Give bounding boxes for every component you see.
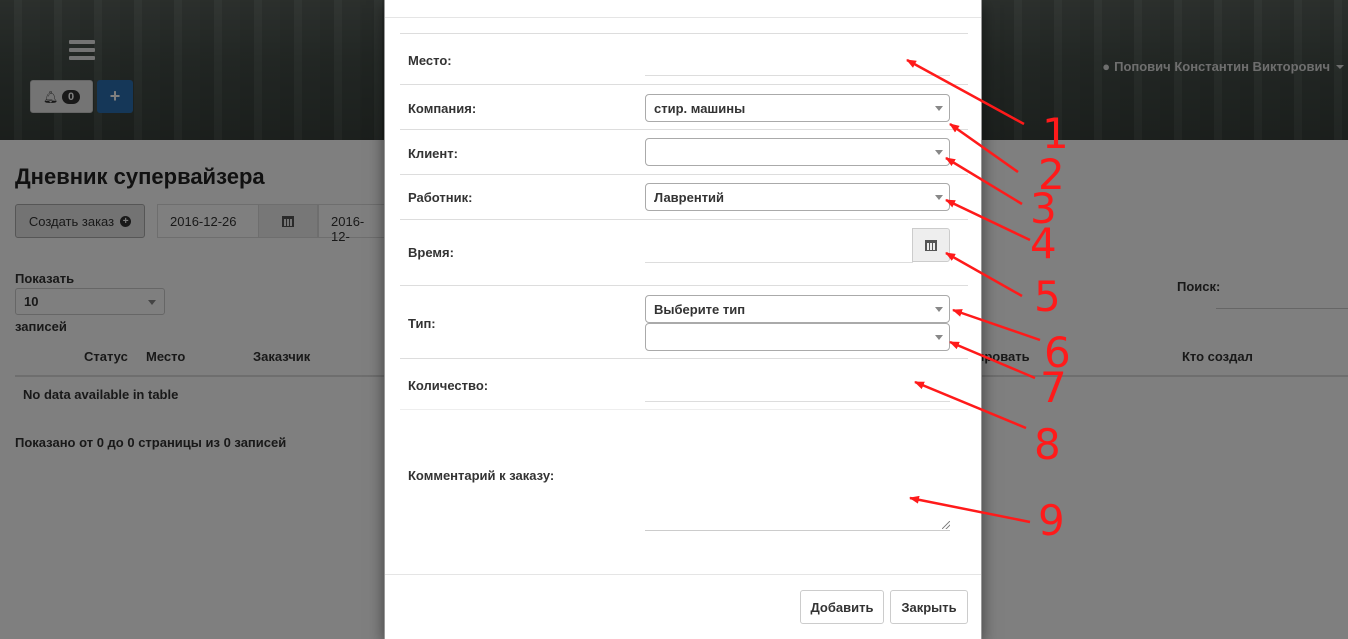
add-button[interactable]: Добавить (800, 590, 884, 624)
chevron-down-icon (935, 307, 943, 312)
worker-label: Работник: (408, 190, 473, 205)
time-input[interactable] (645, 262, 913, 263)
chevron-down-icon (935, 195, 943, 200)
type-select[interactable]: Выберите тип (645, 295, 950, 323)
subtype-select[interactable] (645, 323, 950, 351)
quantity-row: Количество: (400, 358, 968, 409)
quantity-input[interactable] (645, 401, 950, 402)
modal-header-divider (385, 17, 981, 18)
chevron-down-icon (935, 335, 943, 340)
company-row: Компания: стир. машины (400, 84, 968, 129)
chevron-down-icon (935, 150, 943, 155)
modal-footer-divider (385, 574, 981, 575)
place-label: Место: (408, 53, 452, 68)
add-order-modal: Место: Компания: стир. машины Клиент: Ра… (384, 0, 982, 639)
comment-row: Комментарий к заказу: (400, 409, 968, 559)
worker-row: Работник: Лаврентий (400, 174, 968, 219)
client-row: Клиент: (400, 129, 968, 174)
resize-handle-icon[interactable] (942, 521, 950, 529)
worker-value: Лаврентий (654, 190, 725, 205)
company-label: Компания: (408, 101, 477, 116)
calendar-icon (925, 239, 937, 251)
place-input[interactable] (645, 75, 950, 76)
comment-textarea[interactable] (645, 493, 950, 531)
client-select[interactable] (645, 138, 950, 166)
place-row: Место: (400, 33, 968, 84)
time-row: Время: (400, 219, 968, 285)
company-value: стир. машины (654, 101, 746, 116)
client-label: Клиент: (408, 146, 458, 161)
type-row: Тип: Выберите тип (400, 285, 968, 358)
worker-select[interactable]: Лаврентий (645, 183, 950, 211)
company-select[interactable]: стир. машины (645, 94, 950, 122)
type-value: Выберите тип (654, 302, 746, 317)
comment-label: Комментарий к заказу: (408, 468, 555, 483)
time-label: Время: (408, 245, 454, 260)
type-label: Тип: (408, 316, 436, 331)
quantity-label: Количество: (408, 378, 489, 393)
chevron-down-icon (935, 106, 943, 111)
time-picker-button[interactable] (912, 228, 950, 262)
close-button[interactable]: Закрыть (890, 590, 968, 624)
